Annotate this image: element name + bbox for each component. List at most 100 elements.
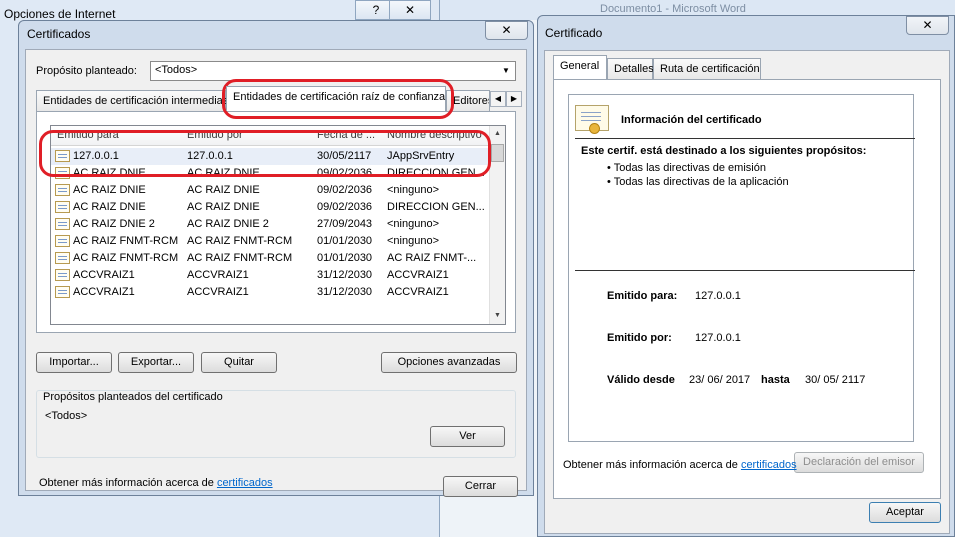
more-info-label: Obtener más información acerca de	[39, 477, 214, 489]
cerrar-button[interactable]: Cerrar	[443, 476, 518, 497]
ver-button[interactable]: Ver	[430, 426, 505, 447]
table-row[interactable]: ACCVRAIZ1 ACCVRAIZ1 31/12/2030 ACCVRAIZ1	[51, 284, 489, 301]
cell-emitido-para: AC RAIZ FNMT-RCM	[73, 252, 179, 264]
certificate-icon	[55, 286, 70, 298]
certificado-client: General Detalles Ruta de certificación I…	[544, 50, 950, 534]
certificados-dialog: Certificados ✕ Propósito planteado: <Tod…	[18, 20, 534, 497]
purpose-item-1: • Todas las directivas de emisión	[607, 162, 766, 174]
certificate-seal-icon	[589, 123, 600, 134]
cell-emitido-por: AC RAIZ FNMT-RCM	[187, 235, 293, 247]
tab-raiz-confianza[interactable]: Entidades de certificación raíz de confi…	[226, 86, 446, 111]
background-window-title: Opciones de Internet	[4, 7, 116, 21]
aceptar-button[interactable]: Aceptar	[869, 502, 941, 523]
chevron-down-icon: ▼	[502, 66, 510, 75]
cell-nombre: AC RAIZ FNMT-...	[387, 252, 477, 264]
cell-emitido-para: AC RAIZ DNIE 2	[73, 218, 155, 230]
certificate-info-box: Información del certificado Este certif.…	[568, 94, 915, 442]
issued-to-value: 127.0.0.1	[695, 290, 741, 302]
table-row[interactable]: AC RAIZ FNMT-RCM AC RAIZ FNMT-RCM 01/01/20…	[51, 233, 489, 250]
cell-emitido-por: AC RAIZ DNIE 2	[187, 218, 269, 230]
info-title: Información del certificado	[621, 114, 762, 126]
tab-scroll-right-icon[interactable]: ▶	[506, 91, 522, 107]
tab-detalles[interactable]: Detalles	[607, 58, 654, 80]
info-divider-bottom	[575, 270, 915, 271]
cell-nombre: DIRECCION GEN...	[387, 201, 485, 213]
certificados-link[interactable]: certificados	[217, 477, 273, 489]
cell-emitido-por: ACCVRAIZ1	[187, 269, 249, 281]
cell-fecha: 27/09/2043	[317, 218, 373, 230]
issued-to-label: Emitido para:	[607, 290, 678, 302]
issued-by-label: Emitido por:	[607, 332, 672, 344]
cell-emitido-por: AC RAIZ DNIE	[187, 201, 260, 213]
cell-emitido-para: AC RAIZ DNIE	[73, 201, 146, 213]
cert-certificados-link[interactable]: certificados	[741, 459, 797, 471]
cell-emitido-para: AC RAIZ FNMT-RCM	[73, 235, 179, 247]
purpose-item-2: • Todas las directivas de la aplicación	[607, 176, 789, 188]
cell-emitido-para: ACCVRAIZ1	[73, 286, 135, 298]
tab-scroll-left-icon[interactable]: ◀	[490, 91, 506, 107]
valid-to-label: hasta	[761, 374, 790, 386]
certificate-icon	[55, 252, 70, 264]
issuer-statement-button[interactable]: Declaración del emisor	[794, 452, 924, 473]
highlight-row-annotation	[39, 130, 491, 177]
cell-fecha: 09/02/2036	[317, 184, 373, 196]
quitar-button[interactable]: Quitar	[201, 352, 277, 373]
certificate-icon	[55, 201, 70, 213]
cell-nombre: ACCVRAIZ1	[387, 269, 449, 281]
cell-nombre: <ninguno>	[387, 235, 439, 247]
importar-button[interactable]: Importar...	[36, 352, 112, 373]
certificate-icon	[55, 269, 70, 281]
cert-more-info-label: Obtener más información acerca de	[563, 459, 738, 471]
tab-intermedias[interactable]: Entidades de certificación intermedias	[36, 90, 228, 112]
certificate-icon	[55, 184, 70, 196]
cell-emitido-para: AC RAIZ DNIE	[73, 184, 146, 196]
certificados-title: Certificados	[27, 27, 91, 41]
tab-general[interactable]: General	[553, 55, 607, 80]
cell-fecha: 09/02/2036	[317, 201, 373, 213]
purpose-heading: Este certif. está destinado a los siguie…	[581, 145, 867, 157]
background-close-button[interactable]: ✕	[389, 0, 431, 20]
table-row[interactable]: AC RAIZ DNIE 2 AC RAIZ DNIE 2 27/09/2043 <n…	[51, 216, 489, 233]
cell-emitido-por: AC RAIZ FNMT-RCM	[187, 252, 293, 264]
cell-emitido-para: ACCVRAIZ1	[73, 269, 135, 281]
purpose-combo[interactable]: <Todos> ▼	[150, 61, 516, 81]
cell-fecha: 01/01/2030	[317, 235, 373, 247]
cell-emitido-por: ACCVRAIZ1	[187, 286, 249, 298]
list-scrollbar[interactable]: ▲ ▼	[489, 126, 505, 324]
cell-emitido-por: AC RAIZ DNIE	[187, 184, 260, 196]
table-row[interactable]: AC RAIZ FNMT-RCM AC RAIZ FNMT-RCM 01/01/20…	[51, 250, 489, 267]
certificados-close-button[interactable]: ✕	[485, 21, 528, 40]
info-divider-top	[575, 138, 915, 139]
exportar-button[interactable]: Exportar...	[118, 352, 194, 373]
opciones-avanzadas-button[interactable]: Opciones avanzadas	[381, 352, 517, 373]
purposes-group-label: Propósitos planteados del certificado	[43, 391, 223, 403]
more-info-text: Obtener más información acerca de certif…	[39, 477, 273, 489]
background-word-title: Documento1 - Microsoft Word	[600, 3, 746, 15]
cert-more-info-text: Obtener más información acerca de certif…	[563, 459, 797, 471]
certificado-close-button[interactable]: ✕	[906, 16, 949, 35]
valid-to-value: 30/ 05/ 2117	[805, 374, 866, 386]
tab-ruta[interactable]: Ruta de certificación	[653, 58, 761, 80]
table-row[interactable]: AC RAIZ DNIE AC RAIZ DNIE 09/02/2036 DIRECC…	[51, 199, 489, 216]
certificado-title: Certificado	[545, 26, 603, 40]
certificado-dialog: Certificado ✕ General Detalles Ruta de c…	[537, 15, 955, 537]
purpose-label: Propósito planteado:	[36, 65, 137, 77]
cell-fecha: 31/12/2030	[317, 286, 373, 298]
purposes-group: Propósitos planteados del certificado <T…	[36, 390, 516, 458]
purpose-combo-value: <Todos>	[155, 64, 198, 76]
scroll-down-icon[interactable]: ▼	[490, 308, 505, 324]
cell-fecha: 01/01/2030	[317, 252, 373, 264]
table-row[interactable]: ACCVRAIZ1 ACCVRAIZ1 31/12/2030 ACCVRAIZ1	[51, 267, 489, 284]
cell-nombre: <ninguno>	[387, 218, 439, 230]
purposes-group-value: <Todos>	[45, 410, 88, 422]
cell-fecha: 31/12/2030	[317, 269, 373, 281]
scroll-thumb[interactable]	[491, 144, 504, 162]
general-panel: Información del certificado Este certif.…	[553, 79, 941, 499]
valid-from-value: 23/ 06/ 2017	[689, 374, 751, 386]
certificate-icon	[55, 235, 70, 247]
certificate-icon	[55, 218, 70, 230]
issued-by-value: 127.0.0.1	[695, 332, 741, 344]
cell-nombre: <ninguno>	[387, 184, 439, 196]
table-row[interactable]: AC RAIZ DNIE AC RAIZ DNIE 09/02/2036 <ningu…	[51, 182, 489, 199]
scroll-up-icon[interactable]: ▲	[490, 126, 505, 142]
